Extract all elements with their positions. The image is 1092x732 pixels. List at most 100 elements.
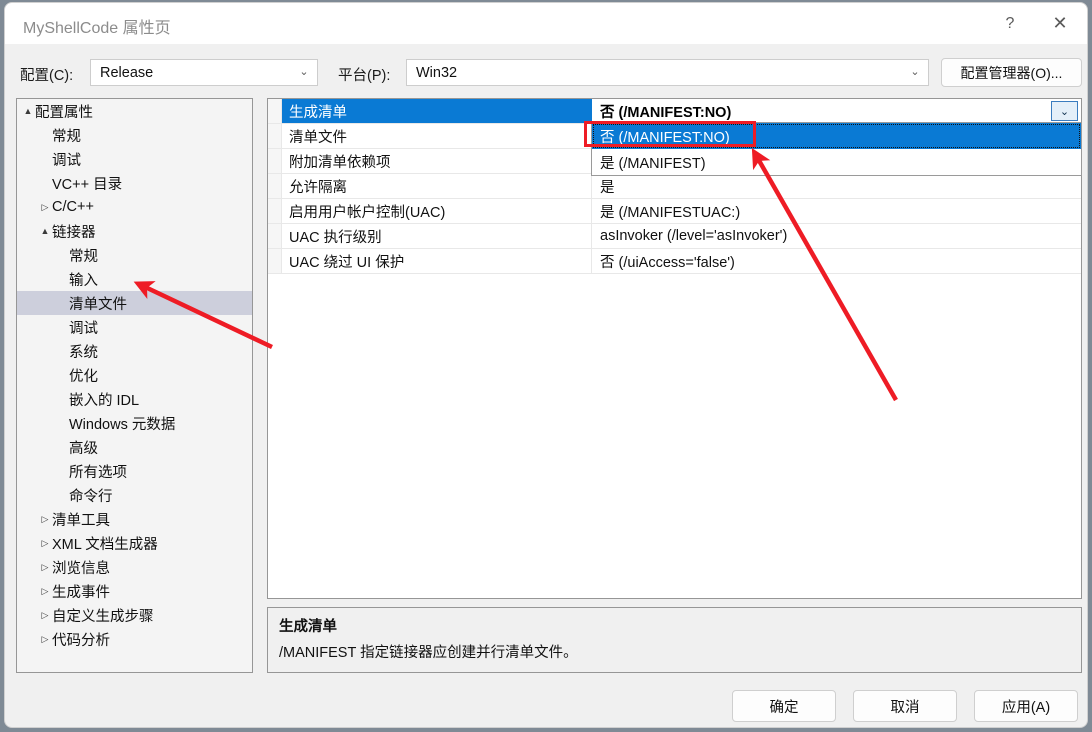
tree-item-17[interactable]: ▷ 清单工具 [17, 507, 252, 531]
chevron-down-icon: ⌄ [299, 66, 309, 78]
tree-item-label: VC++ 目录 [52, 176, 123, 193]
tree-item-label: 链接器 [52, 224, 96, 241]
configuration-select[interactable]: Release ⌄ [90, 59, 318, 86]
expand-triangle-right-icon[interactable]: ▷ [38, 562, 52, 573]
tree-item-label: 系统 [69, 344, 98, 361]
property-name: 附加清单依赖项 [282, 149, 592, 173]
tree-item-7[interactable]: 输入 [17, 267, 252, 291]
expand-triangle-right-icon[interactable]: ▷ [38, 634, 52, 645]
property-name: UAC 绕过 UI 保护 [282, 249, 592, 273]
tree-item-18[interactable]: ▷ XML 文档生成器 [17, 531, 252, 555]
row-gutter [268, 249, 282, 273]
tree-item-label: 自定义生成步骤 [52, 608, 154, 625]
close-x-icon[interactable]: ✕ [1037, 3, 1083, 44]
configuration-label: 配置(C): [20, 68, 74, 84]
tree-item-22[interactable]: ▷ 代码分析 [17, 627, 252, 651]
tree-item-9[interactable]: 调试 [17, 315, 252, 339]
tree-item-label: 清单工具 [52, 512, 110, 529]
tree-item-8[interactable]: 清单文件 [17, 291, 252, 315]
row-gutter [268, 224, 282, 248]
property-value[interactable]: 否 (/uiAccess='false') [592, 249, 1081, 273]
chevron-down-icon: ⌄ [910, 66, 920, 78]
property-value[interactable]: 是 (/MANIFESTUAC:) [592, 199, 1081, 223]
tree-item-label: 优化 [69, 368, 98, 385]
tree-item-19[interactable]: ▷ 浏览信息 [17, 555, 252, 579]
tree-item-12[interactable]: 嵌入的 IDL [17, 387, 252, 411]
tree-item-13[interactable]: Windows 元数据 [17, 411, 252, 435]
row-gutter [268, 149, 282, 173]
tree-item-label: 嵌入的 IDL [69, 392, 140, 409]
expand-triangle-right-icon[interactable]: ▷ [38, 514, 52, 525]
expand-triangle-right-icon[interactable]: ▷ [38, 586, 52, 597]
configuration-manager-button[interactable]: 配置管理器(O)... [941, 58, 1082, 87]
grid-row[interactable]: UAC 执行级别 asInvoker (/level='asInvoker') [268, 224, 1081, 249]
tree-item-6[interactable]: 常规 [17, 243, 252, 267]
platform-select[interactable]: Win32 ⌄ [406, 59, 929, 86]
property-name: 启用用户帐户控制(UAC) [282, 199, 592, 223]
property-tree[interactable]: ▲ 配置属性 常规 调试 VC++ 目录 ▷ C/C++ ▲ 链接器 常规 输入 清单文件 调试 系统 优化… [16, 98, 253, 673]
tree-item-label: 浏览信息 [52, 560, 110, 577]
row-gutter [268, 99, 282, 123]
property-name: 允许隔离 [282, 174, 592, 198]
tree-item-2[interactable]: 调试 [17, 147, 252, 171]
tree-item-label: 输入 [69, 272, 98, 289]
tree-item-label: Windows 元数据 [69, 416, 176, 433]
row-gutter [268, 199, 282, 223]
dropdown-chevron-button[interactable]: ⌄ [1051, 101, 1078, 121]
tree-item-0[interactable]: ▲ 配置属性 [17, 99, 252, 123]
title-bar: MyShellCode 属性页 ? ✕ [5, 3, 1087, 44]
tree-item-label: 高级 [69, 440, 98, 457]
tree-item-label: XML 文档生成器 [52, 536, 158, 553]
tree-item-21[interactable]: ▷ 自定义生成步骤 [17, 603, 252, 627]
description-panel: 生成清单 /MANIFEST 指定链接器应创建并行清单文件。 [267, 607, 1082, 673]
row-gutter [268, 174, 282, 198]
tree-item-label: 代码分析 [52, 632, 110, 649]
expand-triangle-down-icon[interactable]: ▲ [21, 106, 35, 116]
property-value[interactable]: 否 (/MANIFEST:NO) [592, 99, 1081, 123]
tree-item-20[interactable]: ▷ 生成事件 [17, 579, 252, 603]
tree-item-14[interactable]: 高级 [17, 435, 252, 459]
tree-item-label: 调试 [69, 320, 98, 337]
help-question-icon[interactable]: ? [987, 3, 1033, 44]
property-value[interactable]: 是 [592, 174, 1081, 198]
tree-item-label: 清单文件 [69, 296, 127, 313]
annotation-highlight-box [584, 121, 756, 147]
expand-triangle-right-icon[interactable]: ▷ [38, 202, 52, 213]
tree-item-label: 命令行 [69, 488, 113, 505]
property-name: UAC 执行级别 [282, 224, 592, 248]
tree-item-4[interactable]: ▷ C/C++ [17, 195, 252, 219]
dropdown-option[interactable]: 是 (/MANIFEST) [592, 149, 1081, 175]
tree-item-label: 常规 [69, 248, 98, 265]
cancel-button[interactable]: 取消 [853, 690, 957, 722]
platform-label: 平台(P): [338, 68, 391, 84]
tree-item-label: C/C++ [52, 199, 94, 215]
tree-item-3[interactable]: VC++ 目录 [17, 171, 252, 195]
tree-item-10[interactable]: 系统 [17, 339, 252, 363]
expand-triangle-down-icon[interactable]: ▲ [38, 226, 52, 236]
tree-item-1[interactable]: 常规 [17, 123, 252, 147]
tree-item-5[interactable]: ▲ 链接器 [17, 219, 252, 243]
property-name: 生成清单 [282, 99, 592, 123]
tree-item-label: 调试 [52, 152, 81, 169]
tree-item-15[interactable]: 所有选项 [17, 459, 252, 483]
grid-row[interactable]: 允许隔离是 [268, 174, 1081, 199]
tree-item-label: 配置属性 [35, 104, 93, 121]
grid-row[interactable]: 启用用户帐户控制(UAC) 是 (/MANIFESTUAC:) [268, 199, 1081, 224]
ok-button[interactable]: 确定 [732, 690, 836, 722]
description-title: 生成清单 [279, 619, 337, 635]
tree-item-label: 所有选项 [69, 464, 127, 481]
expand-triangle-right-icon[interactable]: ▷ [38, 610, 52, 621]
property-value[interactable]: asInvoker (/level='asInvoker') [592, 224, 1081, 248]
window-title: MyShellCode 属性页 [23, 20, 171, 37]
property-pages-dialog: MyShellCode 属性页 ? ✕ 配置(C): Release ⌄ 平台(… [4, 2, 1088, 728]
grid-row[interactable]: UAC 绕过 UI 保护否 (/uiAccess='false') [268, 249, 1081, 274]
expand-triangle-right-icon[interactable]: ▷ [38, 538, 52, 549]
platform-value: Win32 [416, 64, 458, 81]
tree-item-11[interactable]: 优化 [17, 363, 252, 387]
configuration-value: Release [100, 64, 154, 81]
tree-item-label: 常规 [52, 128, 81, 145]
tree-item-label: 生成事件 [52, 584, 110, 601]
apply-button[interactable]: 应用(A) [974, 690, 1078, 722]
description-body: /MANIFEST 指定链接器应创建并行清单文件。 [279, 645, 578, 661]
tree-item-16[interactable]: 命令行 [17, 483, 252, 507]
